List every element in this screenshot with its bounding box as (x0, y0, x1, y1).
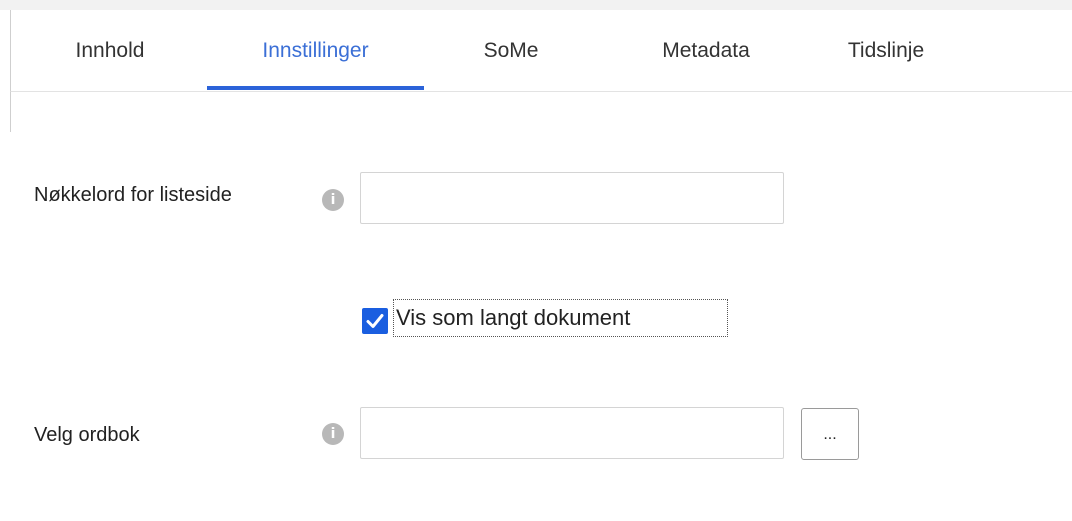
tab-innstillinger[interactable]: Innstillinger (207, 10, 424, 91)
browse-button[interactable]: ... (801, 408, 859, 460)
tab-metadata[interactable]: Metadata (631, 10, 781, 91)
keywords-label: Nøkkelord for listeside (34, 184, 232, 206)
checkmark-icon (366, 314, 384, 328)
dictionary-label: Velg ordbok (34, 424, 140, 446)
active-tab-indicator (207, 86, 424, 90)
long-document-label[interactable]: Vis som langt dokument (393, 299, 728, 337)
keywords-input[interactable] (360, 172, 784, 224)
left-divider (10, 92, 11, 132)
top-strip (0, 0, 1072, 10)
info-icon[interactable]: i (322, 189, 344, 211)
tab-bar: Innhold Innstillinger SoMe Metadata Tids… (10, 10, 1072, 92)
tab-some[interactable]: SoMe (461, 10, 561, 91)
tab-innhold[interactable]: Innhold (49, 10, 171, 91)
tab-tidslinje[interactable]: Tidslinje (816, 10, 956, 91)
dictionary-input[interactable] (360, 407, 784, 459)
long-document-checkbox[interactable] (362, 308, 388, 334)
info-icon[interactable]: i (322, 423, 344, 445)
